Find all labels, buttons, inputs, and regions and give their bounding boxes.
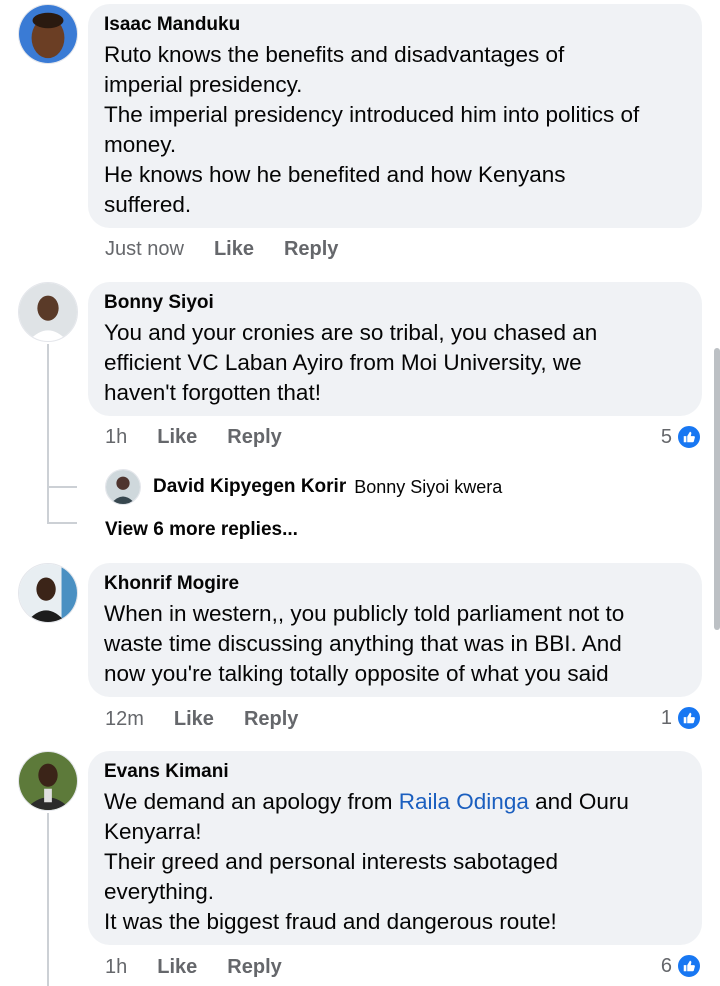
- reply-button[interactable]: Reply: [244, 708, 298, 731]
- reaction-summary[interactable]: 6: [661, 953, 702, 979]
- avatar[interactable]: [18, 282, 78, 342]
- reaction-count: 5: [660, 425, 672, 448]
- comment-timestamp[interactable]: Just now: [105, 238, 184, 261]
- thread-line: [47, 344, 49, 524]
- comment-text: You and your cronies are so tribal, you …: [104, 320, 598, 405]
- comment-timestamp[interactable]: 12m: [105, 708, 144, 731]
- profile-photo-icon: [106, 470, 140, 504]
- thumbs-up-icon: [676, 705, 702, 731]
- thread-line: [47, 522, 77, 524]
- comment-actions: 12m Like Reply: [105, 708, 328, 731]
- comment-timestamp[interactable]: 1h: [105, 426, 127, 449]
- like-button[interactable]: Like: [174, 708, 214, 731]
- comment-author[interactable]: Isaac Manduku: [104, 14, 686, 36]
- comment-text: When in western,, you publicly told parl…: [104, 601, 625, 686]
- comment-bubble: Bonny Siyoi You and your cronies are so …: [88, 282, 702, 416]
- thumbs-up-icon: [676, 953, 702, 979]
- comment-actions: 1h Like Reply: [105, 426, 312, 449]
- avatar[interactable]: [105, 469, 141, 505]
- reply-button[interactable]: Reply: [227, 956, 281, 979]
- text-segment: We demand an apology from: [104, 789, 399, 814]
- reply-preview[interactable]: David Kipyegen Korir Bonny Siyoi kwera: [105, 469, 502, 505]
- comment-actions: 1h Like Reply: [105, 956, 312, 979]
- reaction-summary[interactable]: 1: [661, 705, 702, 731]
- reply-button[interactable]: Reply: [284, 238, 338, 261]
- avatar[interactable]: [18, 4, 78, 64]
- thread-line: [47, 813, 49, 986]
- comment-author[interactable]: Khonrif Mogire: [104, 573, 686, 595]
- profile-photo-icon: [19, 5, 77, 63]
- like-button[interactable]: Like: [214, 238, 254, 261]
- profile-photo-icon: [19, 564, 77, 622]
- profile-photo-icon: [19, 283, 77, 341]
- comment-text: Ruto knows the benefits and disadvantage…: [104, 42, 640, 217]
- comment-text: We demand an apology from Raila Odinga a…: [104, 789, 629, 934]
- reaction-count: 1: [660, 706, 672, 729]
- comment-actions: Just now Like Reply: [105, 238, 368, 261]
- thumbs-up-icon: [676, 424, 702, 450]
- profile-photo-icon: [19, 752, 77, 810]
- like-button[interactable]: Like: [157, 956, 197, 979]
- reply-text: Bonny Siyoi kwera: [354, 476, 503, 497]
- avatar[interactable]: [18, 563, 78, 623]
- like-button[interactable]: Like: [157, 426, 197, 449]
- thread-line: [47, 486, 77, 488]
- view-more-replies-link[interactable]: View 6 more replies...: [105, 519, 298, 541]
- reaction-summary[interactable]: 5: [661, 424, 702, 450]
- reply-button[interactable]: Reply: [227, 426, 281, 449]
- comment-bubble: Isaac Manduku Ruto knows the benefits an…: [88, 4, 702, 228]
- comment-bubble: Evans Kimani We demand an apology from R…: [88, 751, 702, 945]
- reaction-count: 6: [660, 954, 672, 977]
- mention-link[interactable]: Raila Odinga: [399, 789, 529, 814]
- comment-author[interactable]: Bonny Siyoi: [104, 292, 686, 314]
- comment-bubble: Khonrif Mogire When in western,, you pub…: [88, 563, 702, 697]
- comment-timestamp[interactable]: 1h: [105, 956, 127, 979]
- reply-author[interactable]: David Kipyegen Korir: [153, 476, 346, 498]
- text-segment: and Ouru: [528, 789, 629, 814]
- avatar[interactable]: [18, 751, 78, 811]
- scrollbar[interactable]: [714, 348, 720, 630]
- comment-author[interactable]: Evans Kimani: [104, 761, 686, 783]
